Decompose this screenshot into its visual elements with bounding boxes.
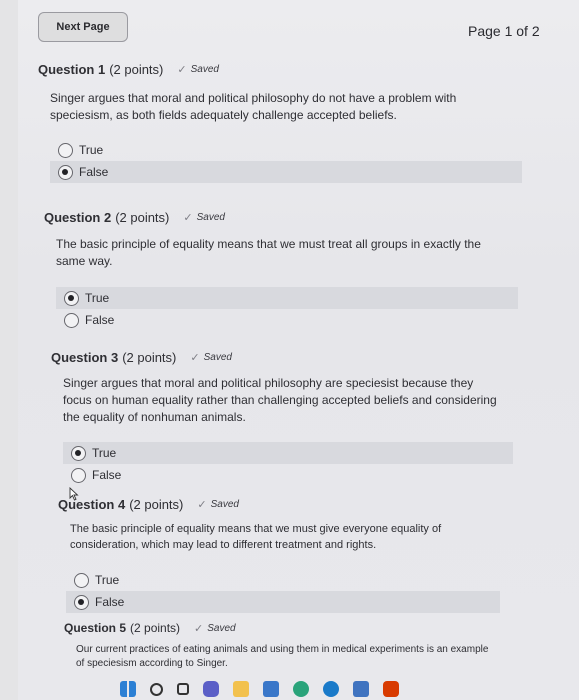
question-points: (2 points): [122, 350, 177, 365]
question-points: (2 points): [130, 621, 181, 635]
question-text: Our current practices of eating animals …: [76, 644, 489, 669]
dell-icon[interactable]: [323, 681, 339, 697]
saved-label: Saved: [210, 499, 239, 510]
radio-button[interactable]: [71, 445, 86, 461]
radio-button[interactable]: [58, 164, 73, 180]
question-title: Question 2: [44, 210, 112, 225]
edge-icon[interactable]: [293, 681, 309, 697]
option-false[interactable]: False: [66, 591, 500, 613]
page-indicator: Page 1 of 2: [468, 23, 540, 39]
option-label: False: [79, 165, 109, 179]
question-header: Question 2 (2 points) ✓ Saved: [44, 210, 524, 225]
option-label: True: [92, 446, 117, 460]
radio-button[interactable]: [64, 312, 79, 328]
question-points: (2 points): [109, 62, 164, 77]
radio-button[interactable]: [74, 572, 89, 588]
saved-label: Saved: [190, 64, 219, 75]
question-header: Question 3 (2 points) ✓ Saved: [51, 350, 521, 365]
search-icon[interactable]: [150, 682, 163, 696]
question-points: (2 points): [129, 497, 184, 512]
option-true[interactable]: True: [50, 139, 522, 161]
question-text: The basic principle of equality means th…: [56, 237, 481, 268]
question-5: Question 5 (2 points) ✓ Saved Our current…: [64, 621, 514, 671]
question-points: (2 points): [115, 210, 170, 225]
checkmark-icon: ✓: [190, 352, 200, 364]
radio-button[interactable]: [64, 290, 79, 306]
question-header: Question 4 (2 points) ✓ Saved: [58, 497, 518, 512]
store-icon[interactable]: [263, 681, 279, 697]
question-text: Singer argues that moral and political p…: [63, 376, 497, 424]
option-label: True: [95, 573, 120, 587]
saved-status: ✓ Saved: [197, 498, 239, 511]
file-explorer-icon[interactable]: [233, 681, 249, 697]
checkmark-icon: ✓: [197, 499, 207, 511]
answer-options: True False: [56, 287, 518, 331]
question-title: Question 1: [38, 62, 106, 77]
question-1: Question 1 (2 points) ✓ Saved Singer argu…: [38, 62, 528, 183]
checkmark-icon: ✓: [194, 622, 204, 635]
teams-icon[interactable]: [203, 681, 219, 697]
question-title: Question 4: [58, 497, 126, 512]
question-header: Question 5 (2 points) ✓ Saved: [64, 621, 514, 635]
saved-status: ✓ Saved: [190, 351, 232, 364]
task-view-icon[interactable]: [177, 683, 189, 695]
saved-status: ✓ Saved: [177, 63, 219, 76]
option-true[interactable]: True: [56, 287, 518, 309]
question-3: Question 3 (2 points) ✓ Saved Singer argu…: [51, 350, 521, 486]
taskbar: [120, 678, 450, 700]
option-false[interactable]: False: [56, 309, 518, 331]
option-label: False: [95, 595, 125, 609]
office-icon[interactable]: [383, 681, 399, 697]
saved-label: Saved: [207, 622, 236, 634]
option-label: False: [85, 313, 115, 327]
question-header: Question 1 (2 points) ✓ Saved: [38, 62, 528, 77]
answer-options: True False: [63, 442, 513, 486]
checkmark-icon: ✓: [177, 64, 187, 76]
question-text: The basic principle of equality means th…: [70, 523, 442, 551]
saved-label: Saved: [196, 212, 225, 223]
windows-icon[interactable]: [120, 681, 136, 697]
radio-button[interactable]: [58, 142, 73, 158]
question-4: Question 4 (2 points) ✓ Saved The basic p…: [58, 497, 518, 613]
next-page-button[interactable]: Next Page: [38, 12, 128, 42]
option-label: True: [85, 291, 110, 305]
option-true[interactable]: True: [63, 442, 513, 464]
answer-options: True False: [50, 139, 522, 183]
option-true[interactable]: True: [66, 569, 500, 591]
option-label: True: [79, 143, 104, 157]
saved-status: ✓ Saved: [194, 622, 236, 635]
option-false[interactable]: False: [50, 161, 522, 183]
question-text: Singer argues that moral and political p…: [50, 91, 457, 122]
option-label: False: [92, 468, 122, 482]
option-false[interactable]: False: [63, 464, 513, 486]
question-title: Question 5: [64, 621, 127, 635]
question-2: Question 2 (2 points) ✓ Saved The basic p…: [44, 210, 524, 331]
radio-button[interactable]: [71, 467, 86, 483]
checkmark-icon: ✓: [183, 212, 193, 224]
photos-icon[interactable]: [353, 681, 369, 697]
saved-status: ✓ Saved: [183, 211, 225, 224]
question-title: Question 3: [51, 350, 119, 365]
saved-label: Saved: [203, 352, 232, 363]
answer-options: True False: [66, 569, 500, 613]
radio-button[interactable]: [74, 594, 89, 610]
